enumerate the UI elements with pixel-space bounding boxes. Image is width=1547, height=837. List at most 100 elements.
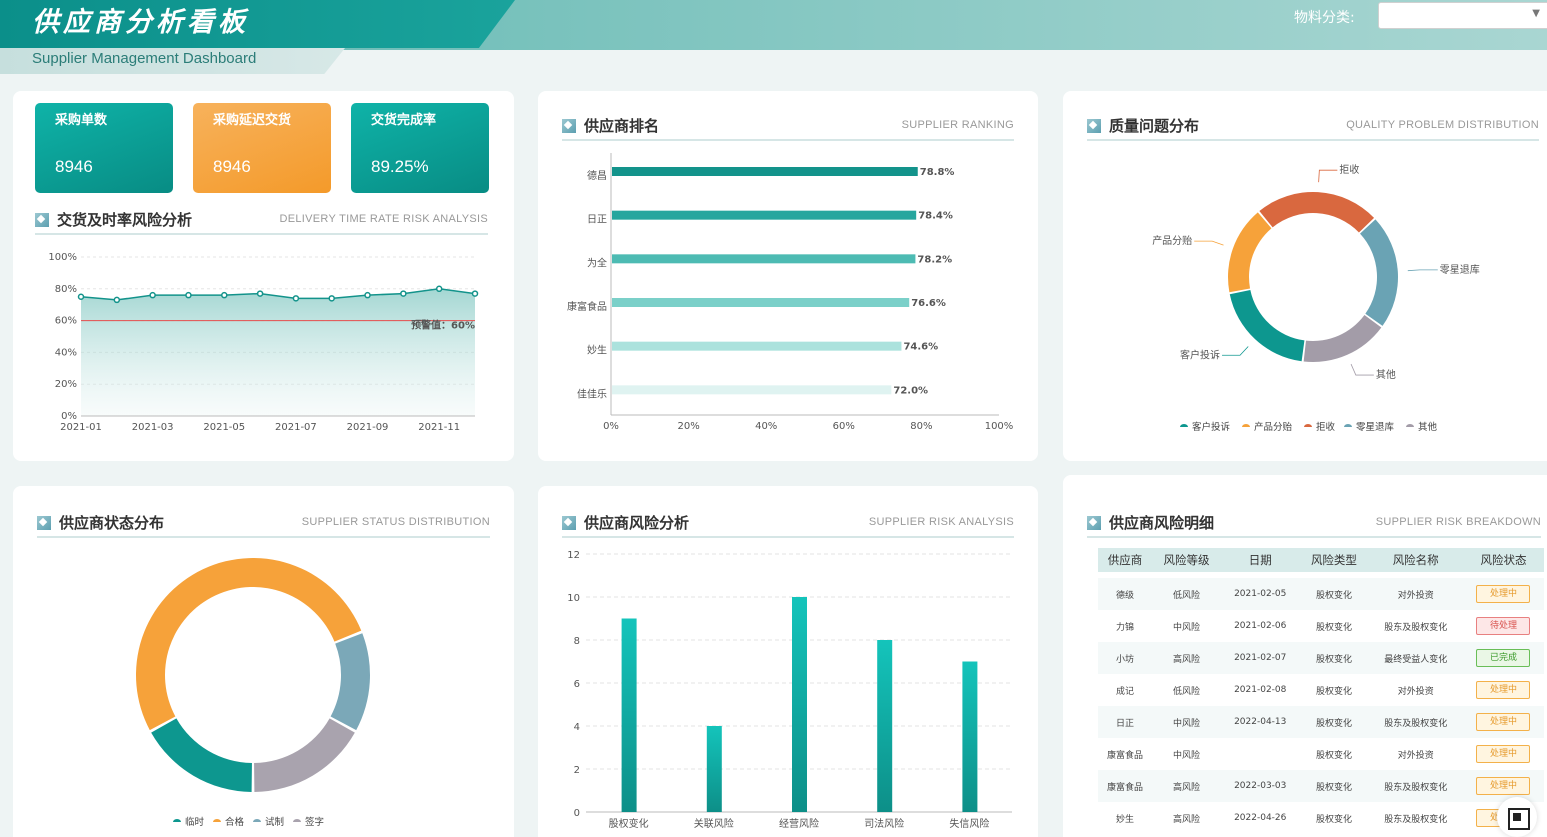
table-cell [1221,738,1299,770]
quality-panel-header: 质量问题分布 QUALITY PROBLEM DISTRIBUTION [1087,115,1539,141]
table-cell: 股权变化 [1315,622,1352,633]
flag-icon [1087,516,1101,530]
flag-icon [562,119,576,133]
material-filter-label: 物料分类: [1294,10,1355,26]
x-tick-label: 60% [833,421,855,432]
status-panel-header: 供应商状态分布 SUPPLIER STATUS DISTRIBUTION [37,512,490,538]
legend-label: 签字 [305,816,324,828]
data-label: 78.8% [920,167,955,178]
data-label: 72.0% [893,385,928,396]
category-label: 经营风险 [779,817,819,830]
y-tick-label: 40% [55,347,77,358]
ranking-panel: 供应商排名 SUPPLIER RANKING 德昌 78.8% 日正 78.4% 为全 7… [538,91,1038,461]
slice [151,718,252,792]
x-tick-label: 2021-09 [347,422,389,433]
data-label: 78.4% [918,211,953,222]
panel-title: 供应商状态分布 [59,514,165,532]
status-badge: 处理中 [1476,681,1531,699]
panel-subtitle: SUPPLIER RISK ANALYSIS [868,516,1014,528]
quality-donut-chart: 客户投诉产品分贻拒收零星退库其他客户投诉 产品分贻 拒收 零星退库 其他 [1152,163,1480,433]
data-point [400,290,407,297]
table-cell: 对外投资 [1397,686,1434,697]
panel-title: 交货及时率风险分析 [57,211,193,229]
table-cell: 股东及股权变化 [1384,814,1448,825]
table-row[interactable]: 成记 低风险 2021-02-08 股权变化 对外投资 处理中 [1098,674,1544,706]
legend-label: 客户投诉 [1192,421,1231,433]
x-tick-label: 2021-01 [60,422,102,433]
table-cell: 股权变化 [1315,686,1352,697]
kpi-label: 采购延迟交货 [213,113,292,128]
data-label: 78.2% [917,254,952,265]
bar [706,726,722,812]
table-cell: 低风险 [1173,686,1201,697]
detail-panel-header: 供应商风险明细 SUPPLIER RISK BREAKDOWN [1087,512,1541,538]
label-line [1194,240,1224,246]
y-tick-label: 60% [55,316,77,327]
data-point [328,295,335,302]
slice-label: 客户投诉 [1180,348,1220,361]
panel-subtitle: QUALITY PROBLEM DISTRIBUTION [1346,119,1539,131]
table-row[interactable]: 妙生高风险2022-04-26股权变化股东及股权变化处理中 [1098,802,1544,834]
data-point [221,291,228,299]
table-cell: 对外投资 [1368,578,1463,610]
status-badge: 已完成 [1476,649,1531,667]
table-row[interactable]: 小坊 高风险 2021-02-07 股权变化 最终受益人变化 已完成 [1098,642,1544,674]
flag-icon [35,213,49,227]
material-filter-select[interactable]: ▼ [1378,2,1547,29]
y-tick-label: 0 [574,808,580,819]
category-label: 妙生 [587,344,607,357]
table-cell: 2022-03-03 [1221,770,1300,802]
detail-panel: 供应商风险明细 SUPPLIER RISK BREAKDOWN 供应商 风险等级日… [1063,475,1547,837]
category-label: 康富食品 [567,300,607,313]
table-cell: 妙生 [1116,814,1135,825]
panel-subtitle: SUPPLIER STATUS DISTRIBUTION [301,516,490,528]
table-cell: 高风险 [1152,770,1221,802]
kpi-card-completion[interactable]: 交货完成率 89.25% [351,103,489,193]
status-badge: 处理中 [1476,585,1531,603]
table-row[interactable]: 康富食品 中风险 股权变化 对外投资 处理中 [1098,738,1544,770]
risk-panel-header: 供应商风险分析 SUPPLIER RISK ANALYSIS [562,512,1014,538]
x-tick-label: 2021-05 [203,422,245,433]
category-label: 司法风险 [864,817,904,830]
table-cell: 2022-04-13 [1221,706,1300,738]
y-tick-label: 10 [567,593,580,604]
table-row[interactable]: 康富食品 高风险 2022-03-03 股权变化 股东及股权变化 处理中 [1098,770,1544,802]
bar [877,640,893,812]
status-donut-chart: 临时 合格 试制 签字 [136,558,370,828]
risk-panel: 供应商风险分析 SUPPLIER RISK ANALYSIS 0 2 4 6 8 10 12… [538,486,1038,837]
page-title: 供应商分析看板 [32,7,249,38]
table-cell: 待处理 [1463,610,1544,642]
slice-label: 零星退库 [1440,263,1480,276]
legend-marker [253,819,261,822]
category-label: 日正 [587,215,607,226]
legend-label: 合格 [225,816,245,828]
area-fill [81,288,475,416]
table-cell: 股权变化 [1299,706,1369,738]
panel-title: 供应商风险明细 [1109,514,1215,532]
category-label: 为全 [587,256,607,269]
slice [330,633,370,731]
legend-marker [1180,424,1188,427]
fullscreen-icon[interactable] [1497,797,1537,837]
x-tick-label: 2021-07 [275,422,317,433]
table-cell: 2021-02-08 [1234,685,1287,695]
risk-table-scroll[interactable]: 供应商 风险等级 日期 风险类型 风险名称 风险状态 德级 低风险 2021-02-05 股权变… [1063,548,1547,837]
column-header: 风险类型 [1299,548,1369,572]
column-header: 风险状态 [1462,548,1544,572]
slice-label: 其他 [1376,368,1396,381]
table-cell: 股权变化 [1299,770,1369,802]
data-point [292,295,300,302]
table-cell: 股权变化 [1299,642,1369,674]
bar [621,618,637,812]
table-cell: 高风险 [1152,642,1221,674]
table-row[interactable]: 日正 中风险 2022-04-13 股权变化 股东及股权变化 处理中 [1098,706,1544,738]
kpi-card-orders[interactable]: 采购单数 8946 [35,103,173,193]
table-cell: 2021-02-05 [1221,578,1300,610]
table-row[interactable]: 力锦 中风险 2021-02-06 股权变化 股东及股权变化 待处理 [1098,610,1544,642]
kpi-card-delayed[interactable]: 采购延迟交货 8946 [193,103,331,193]
y-tick-label: 6 [574,679,580,690]
y-tick-label: 8 [574,636,580,647]
y-tick-label: 12 [567,550,580,561]
table-row[interactable]: 德级 低风险 2021-02-05 股权变化 对外投资 处理中 [1098,578,1544,610]
risk-bar-chart: 0 2 4 6 8 10 12 股权变化 关联风险 经营风险 司法风险 失信风险 [567,550,1012,830]
